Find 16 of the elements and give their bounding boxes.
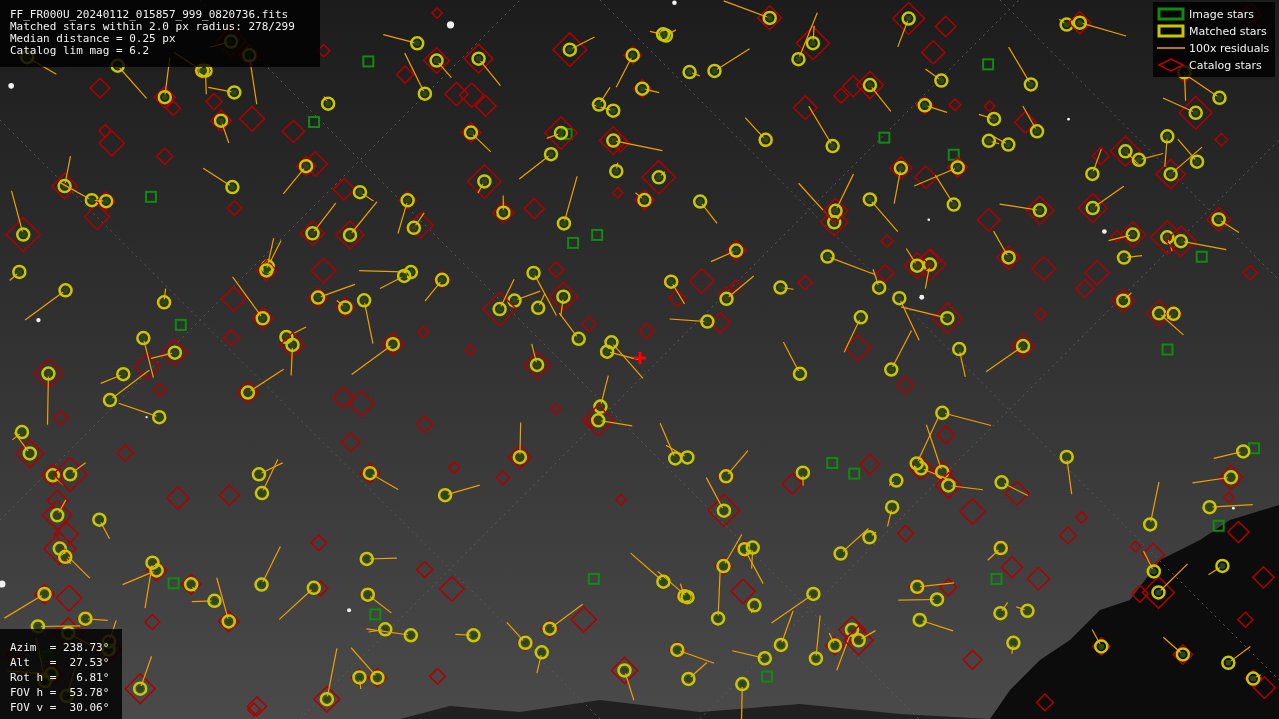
diamond-icon [1157,58,1185,72]
info-line: Matched stars within 2.0 px radius: 278/299 [10,21,296,33]
pointing-line: FOV h = 53.78° [10,685,111,700]
legend-label: 100x residuals [1189,41,1270,55]
info-line: FF_FR000U_20240112_015857_999_0820736.fits [10,9,290,21]
pointing-line: Alt = 27.53° [10,655,111,670]
legend-label: Image stars [1189,7,1254,21]
pointing-line: Rot h = 6.81° [10,670,111,685]
pointing-line: Azim = 238.73° [10,640,111,655]
square-icon [1157,24,1185,38]
square-icon [1157,7,1185,21]
info-line: Median distance = 0.25 px [10,33,177,45]
legend-label: Catalog stars [1189,58,1262,72]
info-line: Catalog lim mag = 6.2 [10,45,151,57]
pointing-line: FOV v = 30.06° [10,700,111,715]
legend-label: Matched stars [1189,24,1267,38]
